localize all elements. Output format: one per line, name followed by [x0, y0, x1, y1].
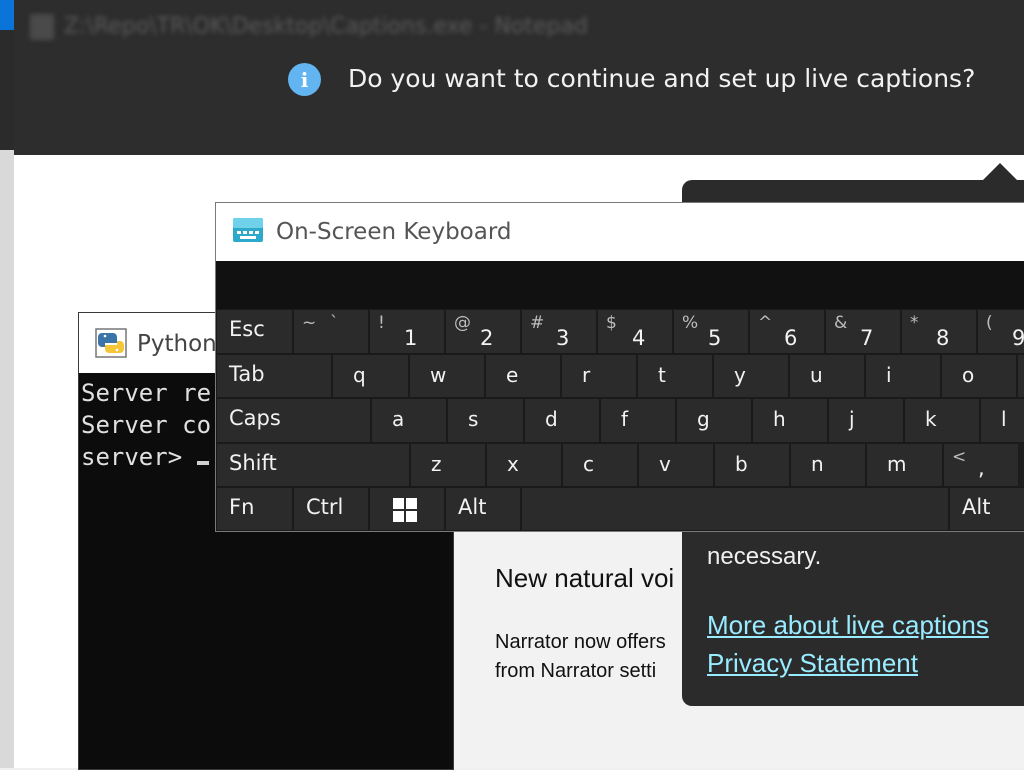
key-8[interactable]: * 8: [901, 309, 977, 354]
windows-logo-icon: [393, 498, 417, 522]
captions-notification-bar: Z:\Repo\TR\OK\Desktop\Captions.exe - Not…: [14, 0, 1024, 155]
info-icon: i: [288, 63, 321, 96]
python-icon: [95, 328, 127, 358]
key-alt-right[interactable]: Alt: [949, 487, 1024, 531]
key-a[interactable]: a: [371, 398, 447, 443]
flyout-pointer: [982, 163, 1018, 181]
flyout-body-text: necessary.: [707, 543, 822, 570]
key-g[interactable]: g: [676, 398, 752, 443]
privacy-statement-link[interactable]: Privacy Statement: [707, 648, 918, 679]
key-n[interactable]: n: [790, 443, 866, 487]
key-k[interactable]: k: [904, 398, 980, 443]
new-natural-voices-heading: New natural voi: [495, 563, 675, 593]
osk-title: On-Screen Keyboard: [276, 219, 512, 245]
key-i[interactable]: i: [865, 354, 941, 398]
console-line: Server re: [81, 379, 212, 407]
key-2[interactable]: @2: [445, 309, 521, 354]
console-output[interactable]: Server re Server co server>: [81, 377, 211, 473]
key-e[interactable]: e: [485, 354, 561, 398]
key-s[interactable]: s: [447, 398, 524, 443]
key-ctrl[interactable]: Ctrl: [293, 487, 369, 531]
key-q[interactable]: q: [332, 354, 409, 398]
key-d[interactable]: d: [524, 398, 600, 443]
osk-titlebar[interactable]: On-Screen Keyboard: [216, 203, 1024, 261]
key-l[interactable]: l: [980, 398, 1024, 443]
key-t[interactable]: t: [637, 354, 713, 398]
key-esc[interactable]: Esc: [216, 309, 293, 354]
background-dark-strip: [0, 30, 14, 150]
background-window-edge: [0, 0, 14, 768]
key-h[interactable]: h: [752, 398, 828, 443]
key-6[interactable]: ^ 6: [749, 309, 825, 354]
key-caps[interactable]: Caps: [216, 398, 371, 443]
key-w[interactable]: w: [409, 354, 485, 398]
key-alt-left[interactable]: Alt: [445, 487, 521, 531]
key-j[interactable]: j: [828, 398, 904, 443]
key-space[interactable]: [521, 487, 949, 531]
key-u[interactable]: u: [789, 354, 865, 398]
setup-question-text: Do you want to continue and set up live …: [348, 64, 976, 93]
background-accent-strip: [0, 0, 14, 30]
keyboard-icon: [233, 218, 263, 242]
key-y[interactable]: y: [713, 354, 789, 398]
key-9[interactable]: (9: [977, 309, 1024, 354]
text-cursor: [196, 461, 209, 465]
key-windows[interactable]: [369, 487, 445, 531]
narrator-description: Narrator now offers from Narrator setti: [495, 631, 666, 682]
key-7[interactable]: & 7: [825, 309, 901, 354]
blurred-window-title: Z:\Repo\TR\OK\Desktop\Captions.exe - Not…: [30, 14, 588, 40]
key-v[interactable]: v: [638, 443, 714, 487]
key-1[interactable]: ! 1: [369, 309, 445, 354]
key-tab[interactable]: Tab: [216, 354, 332, 398]
python-window-title: Python: [137, 331, 217, 357]
console-line: Server co: [81, 411, 212, 439]
key-p[interactable]: [1017, 354, 1024, 398]
on-screen-keyboard-window[interactable]: On-Screen Keyboard Esc ~ ` ! 1 @2 #3 $4 % 5…: [215, 202, 1024, 532]
key-x[interactable]: x: [486, 443, 562, 487]
key-3[interactable]: #3: [521, 309, 597, 354]
notepad-icon: [30, 14, 54, 40]
key-b[interactable]: b: [714, 443, 790, 487]
key-m[interactable]: m: [866, 443, 943, 487]
key-z[interactable]: z: [410, 443, 486, 487]
console-prompt-line: server>: [81, 441, 211, 473]
key-5[interactable]: % 5: [673, 309, 749, 354]
key-c[interactable]: c: [562, 443, 638, 487]
key-comma[interactable]: <,: [943, 443, 1019, 487]
key-fn[interactable]: Fn: [216, 487, 293, 531]
key-f[interactable]: f: [600, 398, 676, 443]
osk-preview-strip: [216, 261, 1024, 309]
key-o[interactable]: o: [941, 354, 1017, 398]
key-4[interactable]: $4: [597, 309, 673, 354]
key-r[interactable]: r: [561, 354, 637, 398]
key-shift[interactable]: Shift: [216, 443, 410, 487]
more-about-live-captions-link[interactable]: More about live captions: [707, 610, 989, 641]
key-backtick[interactable]: ~ `: [293, 309, 369, 354]
